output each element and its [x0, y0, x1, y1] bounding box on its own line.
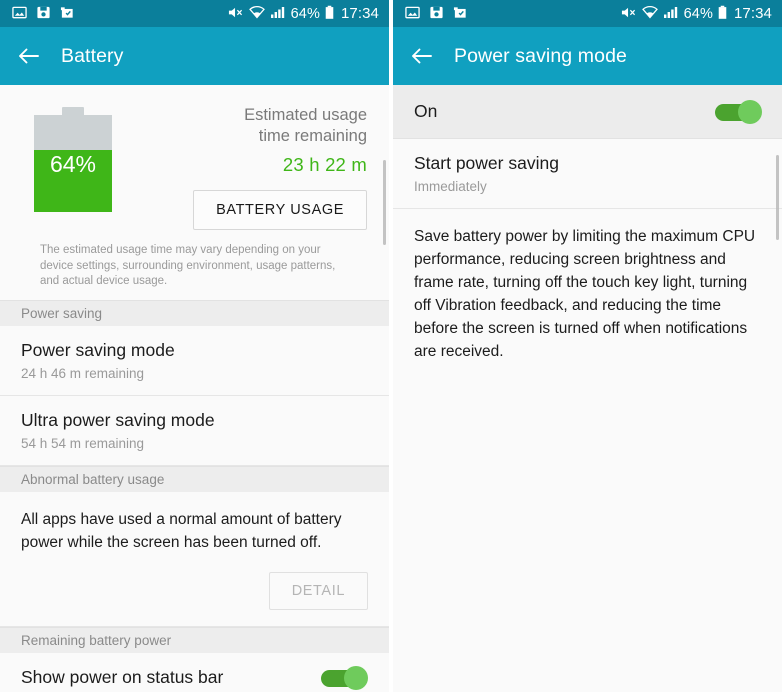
row-subtitle: 24 h 46 m remaining: [21, 365, 145, 381]
detail-button[interactable]: DETAIL: [268, 571, 368, 610]
status-battery-percent: 64%: [290, 5, 320, 22]
scrollbar-right[interactable]: [776, 155, 779, 240]
abnormal-usage-message-block: All apps have used a normal amount of ba…: [0, 491, 389, 558]
battery-scroll-body: 64% Estimated usage time remaining 23 h …: [0, 85, 389, 692]
image-icon: [405, 5, 420, 23]
wifi-icon: [248, 5, 265, 22]
list-item-ultra-power-saving-mode[interactable]: Ultra power saving mode 54 h 54 m remain…: [0, 395, 389, 466]
estimated-usage-label-line2: time remaining: [258, 127, 367, 145]
detail-button-container: DETAIL: [0, 557, 389, 627]
battery-estimate-note: The estimated usage time may vary depend…: [40, 244, 336, 287]
row-title: Power saving mode: [21, 339, 175, 360]
back-arrow-icon[interactable]: [16, 43, 42, 69]
page-title: Battery: [61, 44, 124, 67]
master-switch-row[interactable]: On: [393, 85, 782, 139]
system-status-icons: 64% 17:34: [227, 5, 379, 23]
battery-nub: [62, 107, 84, 115]
master-switch-label: On: [414, 101, 438, 121]
battery-icon: [325, 5, 334, 23]
status-clock: 17:34: [340, 5, 379, 22]
screenshot-icon: [60, 5, 75, 23]
screenshot-icon: [453, 5, 468, 23]
scrollbar-left[interactable]: [383, 160, 386, 245]
abnormal-usage-message: All apps have used a normal amount of ba…: [21, 510, 342, 551]
battery-percent-label: 64%: [49, 151, 97, 177]
save-icon: [36, 5, 51, 23]
status-bar-left: 64% 17:34: [0, 0, 389, 27]
section-header-remaining-battery-power: Remaining battery power: [0, 626, 389, 653]
page-title: Power saving mode: [454, 44, 627, 67]
toggle-thumb: [738, 99, 762, 124]
time-remaining-value: 23 h 22 m: [282, 154, 367, 175]
battery-summary-card: 64% Estimated usage time remaining 23 h …: [0, 85, 389, 300]
battery-graphic: 64%: [34, 107, 112, 230]
image-icon: [12, 5, 27, 23]
battery-settings-screen: 64% 17:34 Battery 64% Estimated usage ti…: [0, 0, 389, 692]
list-item-power-saving-mode[interactable]: Power saving mode 24 h 46 m remaining: [0, 325, 389, 396]
row-title: Ultra power saving mode: [21, 409, 215, 430]
power-saving-scroll-body: On Start power saving Immediately Save b…: [393, 85, 782, 692]
row-subtitle: Immediately: [414, 179, 487, 194]
estimated-usage-label-line1: Estimated usage: [244, 106, 367, 124]
signal-icon: [270, 5, 286, 22]
toggle-thumb: [344, 665, 368, 690]
notification-icons: [405, 5, 468, 23]
row-title: Start power saving: [414, 153, 559, 173]
back-arrow-icon[interactable]: [409, 43, 435, 69]
status-clock: 17:34: [733, 5, 772, 22]
signal-icon: [663, 5, 679, 22]
show-power-toggle[interactable]: [321, 665, 368, 690]
app-bar-right: Power saving mode: [393, 27, 782, 85]
dual-screenshot-container: 64% 17:34 Battery 64% Estimated usage ti…: [0, 0, 782, 692]
status-battery-percent: 64%: [683, 5, 713, 22]
list-item-start-power-saving[interactable]: Start power saving Immediately: [393, 139, 782, 209]
power-saving-description-block: Save battery power by limiting the maxim…: [393, 209, 782, 367]
wifi-icon: [641, 5, 658, 22]
app-bar-left: Battery: [0, 27, 389, 85]
mute-icon: [227, 5, 244, 23]
section-header-abnormal-battery-usage: Abnormal battery usage: [0, 465, 389, 492]
notification-icons: [12, 5, 75, 23]
battery-body: 64%: [34, 115, 112, 212]
row-subtitle: 54 h 54 m remaining: [21, 435, 145, 451]
save-icon: [429, 5, 444, 23]
row-title: Show power on status bar: [21, 667, 224, 687]
list-item-show-power-on-status-bar[interactable]: Show power on status bar: [0, 652, 389, 692]
section-header-power-saving: Power saving: [0, 299, 389, 326]
battery-icon: [718, 5, 727, 23]
mute-icon: [620, 5, 637, 23]
status-bar-right: 64% 17:34: [393, 0, 782, 27]
power-saving-description: Save battery power by limiting the maxim…: [414, 228, 756, 360]
system-status-icons: 64% 17:34: [620, 5, 772, 23]
master-switch-toggle[interactable]: [715, 99, 762, 124]
power-saving-mode-screen: 64% 17:34 Power saving mode On Start pow…: [393, 0, 782, 692]
battery-usage-button[interactable]: BATTERY USAGE: [193, 190, 367, 230]
